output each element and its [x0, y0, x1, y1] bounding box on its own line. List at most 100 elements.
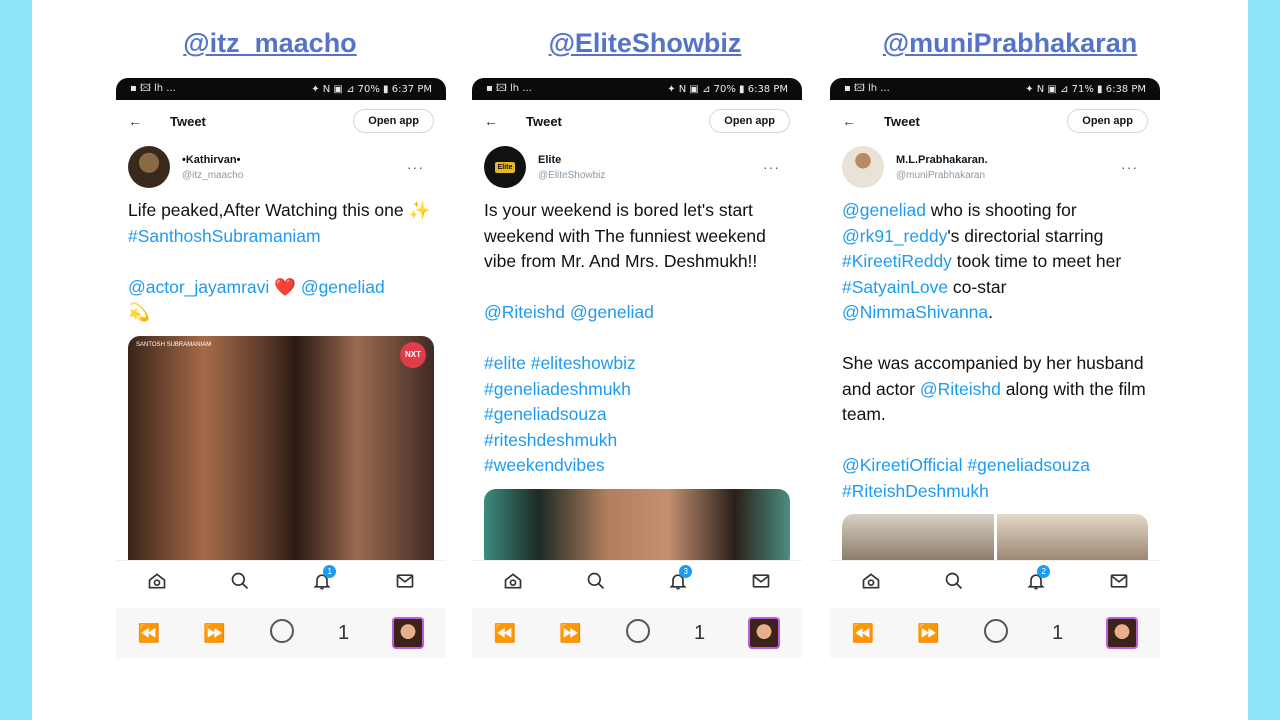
hashtag-link[interactable]: #geneliadeshmukh	[484, 379, 631, 399]
tweet-text-segment: ❤️	[269, 276, 301, 297]
forward-nav-icon[interactable]: ⏩	[559, 623, 581, 644]
author-handle[interactable]: @EliteShowbiz	[538, 170, 763, 181]
status-left: ▪ 🖾 lh ...	[844, 82, 890, 94]
more-options-icon[interactable]: ···	[407, 159, 424, 175]
author-name[interactable]: M.L.Prabhakaran.	[896, 154, 1121, 166]
hashtag-link[interactable]: #riteshdeshmukh	[484, 430, 617, 450]
tweet-author: •Kathirvan• @itz_maacho ···	[116, 142, 446, 192]
home-icon[interactable]	[857, 567, 885, 595]
search-icon[interactable]	[582, 567, 610, 595]
profile-thumbnail[interactable]	[1106, 617, 1139, 649]
bottom-nav: 1	[116, 560, 446, 600]
hashtag-link[interactable]: #SatyainLove	[842, 277, 948, 297]
tweet-media-image[interactable]	[484, 488, 790, 569]
hashtag-link[interactable]: #elite	[484, 353, 526, 373]
search-icon[interactable]	[226, 567, 254, 595]
back-arrow-icon[interactable]: ←	[128, 113, 148, 129]
hashtag-link[interactable]: #KireetiReddy	[842, 251, 952, 271]
handle-title-2: @EliteShowbiz	[548, 28, 742, 58]
back-arrow-icon[interactable]: ←	[842, 113, 862, 129]
status-right: ✦ N ▣ ⊿ 70% ▮ 6:37 PM	[311, 83, 432, 95]
handle-title-1: @itz_maacho	[183, 28, 357, 58]
bell-icon[interactable]: 2	[1022, 564, 1051, 595]
forward-nav-icon[interactable]: ⏩	[203, 623, 225, 644]
tweet-text-segment: 's directorial starring	[947, 225, 1104, 246]
bell-icon[interactable]: 1	[308, 564, 337, 595]
tweet-text: @geneliad who is shooting for @rk91_redd…	[830, 192, 1160, 504]
mention-link[interactable]: @geneliad	[570, 302, 654, 322]
open-app-button[interactable]: Open app	[353, 109, 434, 133]
mention-link[interactable]: @rk91_reddy	[842, 226, 947, 246]
forward-nav-icon[interactable]: ⏩	[917, 623, 939, 644]
mention-link[interactable]: @geneliad	[301, 277, 385, 297]
tweet-text: Is your weekend is bored let's start wee…	[472, 192, 802, 479]
avatar[interactable]	[842, 146, 884, 188]
tweet-text-segment: Life peaked,After Watching this one ✨	[128, 200, 431, 220]
back-arrow-icon[interactable]: ←	[484, 113, 504, 129]
bottom-nav: 3	[472, 560, 802, 600]
header-title: Tweet	[884, 113, 920, 129]
tweet-text-segment: who is shooting for	[925, 200, 1077, 220]
phone-screenshot-2: ▪ 🖾 lh ... ✦ N ▣ ⊿ 70% ▮ 6:38 PM ← Tweet…	[472, 78, 802, 688]
hashtag-link[interactable]: #geneliadsouza	[484, 404, 607, 424]
tweet-header: ← Tweet Open app	[116, 100, 446, 142]
profile-thumbnail[interactable]	[392, 617, 425, 649]
browser-toolbar: ⏪ ⏩ 1	[830, 608, 1160, 658]
header-title: Tweet	[526, 113, 562, 129]
home-icon[interactable]	[499, 567, 527, 595]
back-nav-icon[interactable]: ⏪	[852, 623, 874, 644]
header-title: Tweet	[170, 113, 206, 129]
author-handle[interactable]: @muniPrabhakaran	[896, 170, 1121, 181]
notification-badge: 2	[1037, 564, 1051, 578]
hashtag-link[interactable]: #RiteishDeshmukh	[842, 481, 989, 501]
reload-icon[interactable]	[625, 618, 651, 649]
tweet-text: Life peaked,After Watching this one ✨ #S…	[116, 192, 446, 326]
open-app-button[interactable]: Open app	[709, 109, 790, 133]
reload-icon[interactable]	[269, 618, 295, 649]
hashtag-link[interactable]: #SanthoshSubramaniam	[128, 226, 321, 246]
media-caption: SANTOSH SUBRAMANIAM	[136, 341, 212, 348]
avatar-logo-text: Elite	[494, 161, 516, 173]
tweet-header: ← Tweet Open app	[472, 100, 802, 142]
mail-icon[interactable]	[747, 567, 775, 595]
more-options-icon[interactable]: ···	[763, 159, 780, 175]
open-app-button[interactable]: Open app	[1067, 109, 1148, 133]
back-nav-icon[interactable]: ⏪	[138, 623, 160, 644]
avatar[interactable]: Elite	[484, 146, 526, 188]
mention-link[interactable]: @Riteishd	[484, 302, 565, 322]
mention-link[interactable]: @KireetiOfficial	[842, 455, 963, 475]
mention-link[interactable]: @actor_jayamravi	[128, 277, 269, 297]
back-nav-icon[interactable]: ⏪	[494, 623, 516, 644]
tab-count[interactable]: 1	[1052, 622, 1063, 645]
avatar[interactable]	[128, 146, 170, 188]
hashtag-link[interactable]: #weekendvibes	[484, 455, 605, 475]
hashtag-link[interactable]: #geneliadsouza	[967, 455, 1090, 475]
mail-icon[interactable]	[1105, 567, 1133, 595]
home-icon[interactable]	[143, 567, 171, 595]
author-name[interactable]: •Kathirvan•	[182, 154, 407, 166]
bell-icon[interactable]: 3	[664, 564, 693, 595]
mention-link[interactable]: @NimmaShivanna	[842, 302, 988, 322]
profile-thumbnail[interactable]	[748, 617, 781, 649]
tab-count[interactable]: 1	[694, 622, 705, 645]
tab-count[interactable]: 1	[338, 622, 349, 645]
reload-icon[interactable]	[983, 618, 1009, 649]
tweet-media-image[interactable]: SANTOSH SUBRAMANIAM NXT	[128, 335, 434, 586]
mention-link[interactable]: @Riteishd	[920, 379, 1001, 399]
author-handle[interactable]: @itz_maacho	[182, 170, 407, 181]
mail-icon[interactable]	[391, 567, 419, 595]
status-left: ▪ 🖾 lh ...	[486, 82, 532, 94]
status-bar: ▪ 🖾 lh ... ✦ N ▣ ⊿ 71% ▮ 6:38 PM	[830, 78, 1160, 100]
mention-link[interactable]: @geneliad	[842, 200, 926, 220]
more-options-icon[interactable]: ···	[1121, 159, 1138, 175]
author-name[interactable]: Elite	[538, 154, 763, 166]
notification-badge: 1	[323, 564, 337, 578]
hashtag-link[interactable]: #eliteshowbiz	[531, 353, 636, 373]
tweet-header: ← Tweet Open app	[830, 100, 1160, 142]
tweet-author: M.L.Prabhakaran. @muniPrabhakaran ···	[830, 142, 1160, 192]
tweet-text-segment: took time to meet her	[951, 251, 1122, 271]
handle-title-3: @muniPrabhakaran	[882, 28, 1138, 58]
browser-toolbar: ⏪ ⏩ 1	[116, 608, 446, 658]
search-icon[interactable]	[940, 567, 968, 595]
status-left: ▪ 🖾 lh ...	[130, 82, 176, 94]
